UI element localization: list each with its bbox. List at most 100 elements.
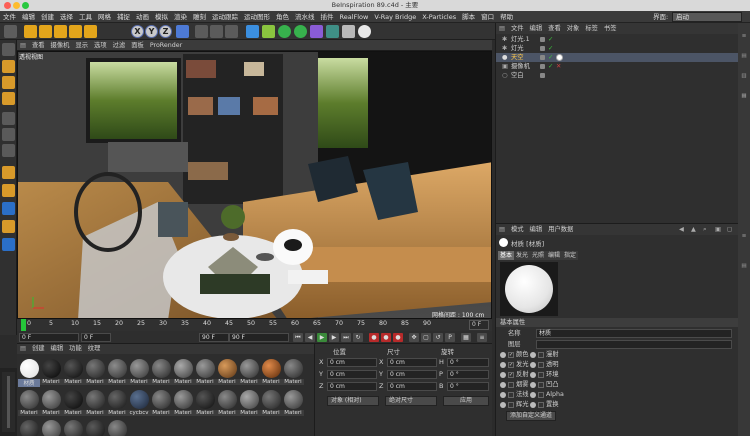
material-menu-item[interactable]: 纹理 xyxy=(85,344,104,354)
channel-checkbox[interactable]: ✓ xyxy=(508,372,514,378)
material-swatch[interactable] xyxy=(174,359,193,378)
menu-item[interactable]: 编辑 xyxy=(19,11,38,23)
end-frame-field[interactable]: 90 F xyxy=(229,333,289,342)
start-frame-field[interactable]: 0 F xyxy=(19,333,79,342)
side-tab[interactable]: ≡ xyxy=(739,33,749,40)
channel-checkbox[interactable] xyxy=(538,402,544,408)
workplane-mode-icon[interactable] xyxy=(2,92,15,105)
menu-item[interactable]: X-Particles xyxy=(419,11,459,23)
material-swatch[interactable] xyxy=(218,359,237,378)
viewport-menu-item[interactable]: 摄像机 xyxy=(48,40,73,51)
menu-item[interactable]: 选择 xyxy=(57,11,76,23)
channel-checkbox[interactable] xyxy=(538,382,544,388)
menu-item[interactable]: 工具 xyxy=(76,11,95,23)
loop-icon[interactable]: ↻ xyxy=(353,333,363,342)
material-swatch[interactable] xyxy=(262,359,281,378)
pla-key-icon[interactable]: ▦ xyxy=(461,333,471,342)
next-key-icon[interactable]: ▶ xyxy=(329,333,339,342)
scale-icon[interactable] xyxy=(54,25,67,38)
menu-item[interactable]: 帮助 xyxy=(497,11,516,23)
menu-item[interactable]: RealFlow xyxy=(337,11,372,23)
menu-item[interactable]: 模拟 xyxy=(152,11,171,23)
menu-item[interactable]: 创建 xyxy=(38,11,57,23)
model-mode-icon[interactable] xyxy=(2,60,15,73)
x-axis-icon[interactable]: X xyxy=(131,25,144,38)
min-frame-field[interactable]: 0 F xyxy=(81,333,111,342)
tab-luminance[interactable]: 发光 xyxy=(514,251,531,260)
subdivision-icon[interactable] xyxy=(278,25,291,38)
channel-checkbox[interactable] xyxy=(538,362,544,368)
name-field[interactable]: 材质 xyxy=(536,329,732,338)
object-menu-item[interactable]: 对象 xyxy=(564,23,583,34)
light-icon[interactable] xyxy=(358,25,371,38)
attribute-menu-item[interactable]: 编辑 xyxy=(527,224,546,235)
rotate-icon[interactable] xyxy=(69,25,82,38)
channel-checkbox[interactable] xyxy=(538,372,544,378)
material-swatch[interactable] xyxy=(152,359,171,378)
viewport-menu-item[interactable]: 过滤 xyxy=(110,40,129,51)
material-swatch[interactable] xyxy=(196,390,215,409)
menu-item[interactable]: 插件 xyxy=(318,11,337,23)
enabled-check-icon[interactable]: ✓ xyxy=(548,62,553,71)
floor-icon[interactable] xyxy=(326,25,339,38)
material-swatch[interactable] xyxy=(218,390,237,409)
material-swatch[interactable] xyxy=(262,390,281,409)
render-picture-viewer-icon[interactable] xyxy=(210,25,223,38)
channel-checkbox[interactable]: ✓ xyxy=(508,362,514,368)
pen-icon[interactable] xyxy=(262,25,275,38)
material-swatch[interactable] xyxy=(130,390,149,409)
forward-arrow-icon[interactable]: ▲ xyxy=(688,224,699,235)
coordinate-mode-select[interactable]: 对象 (相对) xyxy=(327,396,379,406)
current-frame-field[interactable]: 0 F xyxy=(469,320,489,330)
object-menu-item[interactable]: 编辑 xyxy=(527,23,546,34)
material-swatch[interactable] xyxy=(86,359,105,378)
side-tab[interactable]: ▤ xyxy=(739,53,749,60)
timeline-ruler[interactable]: 0 5 10 15 20 25 30 35 40 45 50 55 60 65 … xyxy=(17,319,492,331)
menu-item[interactable]: 动画 xyxy=(133,11,152,23)
edges-mode-icon[interactable] xyxy=(2,128,15,141)
material-swatch[interactable] xyxy=(86,420,105,436)
object-menu-item[interactable]: 文件 xyxy=(508,23,527,34)
play-icon[interactable]: ▶ xyxy=(317,333,327,342)
texture-mode-icon[interactable] xyxy=(2,76,15,89)
size-z-field[interactable]: 0 cm xyxy=(387,382,437,391)
menu-item[interactable]: 脚本 xyxy=(459,11,478,23)
material-swatch[interactable] xyxy=(20,420,39,436)
material-swatch[interactable] xyxy=(108,359,127,378)
layer-field[interactable] xyxy=(536,340,732,349)
snapping-icon[interactable] xyxy=(2,202,15,215)
move-icon[interactable] xyxy=(39,25,52,38)
object-row[interactable]: ✱ 灯光 ✓ xyxy=(496,44,739,53)
rotation-b-field[interactable]: 0 ° xyxy=(447,382,489,391)
perspective-viewport[interactable] xyxy=(17,51,492,319)
size-x-field[interactable]: 0 cm xyxy=(387,358,437,367)
add-custom-channel-button[interactable]: 添加自定义通道 xyxy=(506,411,556,421)
material-menu-item[interactable]: 功能 xyxy=(66,344,85,354)
render-settings-icon[interactable] xyxy=(225,25,238,38)
record-key-icon[interactable]: ● xyxy=(369,333,379,342)
axis-mode-icon[interactable] xyxy=(2,166,15,179)
menu-item[interactable]: 运动图形 xyxy=(241,11,273,23)
attribute-menu-item[interactable]: 模式 xyxy=(508,224,527,235)
viewport-menu-item[interactable]: 选项 xyxy=(91,40,110,51)
object-row[interactable]: ✱ 灯光.1 ✓ xyxy=(496,35,739,44)
material-swatch[interactable] xyxy=(42,390,61,409)
menu-item[interactable]: V-Ray Bridge xyxy=(371,11,419,23)
deformer-icon[interactable] xyxy=(310,25,323,38)
z-axis-icon[interactable]: Z xyxy=(159,25,172,38)
material-swatch[interactable] xyxy=(20,390,39,409)
position-z-field[interactable]: 0 cm xyxy=(327,382,377,391)
material-swatch[interactable] xyxy=(240,359,259,378)
viewport-menu-item[interactable]: 面板 xyxy=(128,40,147,51)
y-axis-icon[interactable]: Y xyxy=(145,25,158,38)
channel-checkbox[interactable] xyxy=(508,392,514,398)
object-row[interactable]: ▣ 摄像机 ✓ ✕ xyxy=(496,62,739,71)
param-key-icon[interactable]: P xyxy=(445,333,455,342)
back-arrow-icon[interactable]: ◀ xyxy=(676,224,687,235)
viewport-menu-item[interactable]: ProRender xyxy=(147,40,185,51)
object-menu-item[interactable]: 书签 xyxy=(601,23,620,34)
rotation-p-field[interactable]: 0 ° xyxy=(447,370,489,379)
side-tab[interactable]: ▤ xyxy=(739,263,749,270)
side-tab[interactable]: ≡ xyxy=(739,233,749,240)
close-window-button[interactable] xyxy=(4,2,11,9)
